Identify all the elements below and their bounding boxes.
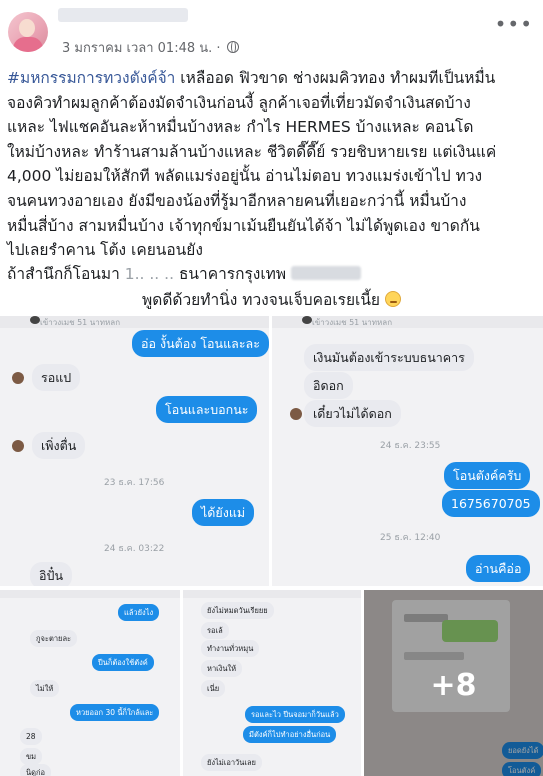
sender-avatar: [290, 408, 302, 420]
rolling-eyes-emoji-icon: [384, 291, 401, 307]
chat-photo-2[interactable]: เข้าวงเมช 51 นาทหลก เงินมันต้องเข้าระบบธ…: [272, 316, 543, 586]
chat-bubble: รอเล้: [201, 622, 229, 639]
account-name-redacted: [291, 266, 362, 280]
chat-bubble: กูจะตายละ: [30, 630, 78, 647]
chat-bubble: ไม่ให้: [30, 680, 60, 697]
chat-photo-3[interactable]: แล้วยังไง กูจะตายละ ปีนก็ต้องใช้ตังค์ ไม…: [0, 590, 180, 776]
avatar[interactable]: [8, 12, 48, 52]
chat-bubble: โอนตังค์ครับ: [444, 462, 531, 489]
chat-bubble: อ่อ งั้นต้อง โอนและละ: [132, 330, 269, 357]
more-photos-count[interactable]: +8: [364, 668, 543, 703]
chat-bubble: ได้ยังแม่: [192, 499, 255, 526]
chat-bubble: หาเงินให้: [201, 660, 243, 677]
chat-bubble: ปีนก็ต้องใช้ตังค์: [92, 654, 154, 671]
chat-photo-1[interactable]: เข้าวงเมช 51 นาทหลก อ่อ งั้นต้อง โอนและล…: [0, 316, 269, 586]
post-line: ไปเลยรำคาน โต้ง เคยนอนยัง: [7, 241, 203, 260]
chat-bubble: โอนและบอกนะ: [156, 396, 258, 423]
post-line: จนคนทวงอายเอง ยังมีของน้องที่รู้มาอีกหลา…: [7, 191, 467, 210]
closing-line: พูดดีด้วยทำนิ่ง ทวงจนเจ็บคอเรยเนี้ย: [0, 287, 543, 312]
post-line-1: #มหกรรมการทวงตังค์จ้า เหลืออด ฟิวขาด ช่า…: [7, 69, 496, 87]
chat-photo-4[interactable]: ยังไม่หมดวันเรียยย รอเล้ ทำงานทั่วหมุน ห…: [183, 590, 361, 776]
chat-bubble: หวยออก 30 นี้ก็ใกล้และ: [70, 704, 160, 721]
chat-bubble: ยังไม่หมดวันเรียยย: [201, 602, 274, 619]
chat-bubble: ทำงานทั่วหมุน: [201, 640, 260, 657]
chat-bubble: แล้วยังไง: [118, 604, 160, 621]
chat-timestamp: 25 ธ.ค. 12:40: [380, 533, 441, 543]
chat-timestamp: 24 ธ.ค. 03:22: [104, 544, 165, 554]
post-line: หมื่นสี่บ้าง สามหมื่นบ้าง เจ้าทุกข์มาเม้…: [7, 216, 480, 235]
globe-icon: [226, 41, 239, 53]
post-body: #มหกรรมการทวงตังค์จ้า เหลืออด ฟิวขาด ช่า…: [7, 66, 537, 263]
chat-timestamp: 24 ธ.ค. 23:55: [380, 441, 441, 451]
hashtag-link[interactable]: #มหกรรมการทวงตังค์จ้า: [7, 69, 175, 87]
chat-bubble: 1675670705: [442, 490, 540, 517]
chat-bubble: อ่านคือ่อ: [466, 555, 531, 582]
chat-bubble: รอและไว ปีนจอมาก็วันแล้ว: [245, 706, 345, 723]
sender-avatar: [12, 440, 24, 452]
more-icon[interactable]: •••: [495, 12, 533, 36]
chat-bubble: รอแป: [32, 364, 81, 391]
chat-photo-5[interactable]: ยอดยังได้ โอนตังค์ +8: [364, 590, 543, 776]
account-line: ถ้าสำนึกก็โอนมา 1.. .. .. ธนาคารกรุงเทพ: [7, 261, 362, 286]
chat-timestamp: 23 ธ.ค. 17:56: [104, 478, 165, 488]
post-timestamp[interactable]: 3 มกราคม เวลา 01:48 น. ·: [62, 37, 239, 58]
chat-bubble: ยังไม่เอาวันเลย: [201, 754, 262, 771]
chat-bubble: ขม: [20, 748, 43, 765]
chat-bubble: อิดอก: [304, 372, 353, 399]
post-header: 3 มกราคม เวลา 01:48 น. · •••: [0, 0, 543, 58]
account-number-partial: 1.. .. ..: [124, 265, 174, 283]
sender-avatar: [12, 372, 24, 384]
post-line: แหละ ไฟแชคอันละห้าหมื่นบ้างหละ กำไร HERM…: [7, 118, 474, 137]
chat-bubble: 28: [20, 728, 42, 745]
chat-bubble: อิปั๋น: [30, 562, 72, 586]
post-line: จองคิวทำผมลูกค้าต้องมัดจำเงินก่อนงี้ ลูก…: [7, 93, 471, 112]
post-line: ใหม่บ้างหละ ทำร้านสามล้านบ้างแหละ ชีวิตด…: [7, 142, 497, 161]
post-line: 4,000 ไม่ยอมให้สักที พลัดแมร่งอยู่นั้น อ…: [7, 167, 483, 186]
chat-bubble: เงินมันต้องเข้าระบบธนาคาร: [304, 344, 474, 371]
author-name-redacted[interactable]: [58, 8, 188, 22]
chat-bubble: นิดูก่อ: [20, 764, 52, 776]
chat-bubble: เนี่ย: [201, 680, 226, 697]
chat-bubble: เพิ่งตื่น: [32, 432, 86, 459]
chat-bubble: มีตังค์ก็ไปทำอย่างอื่นก่อน: [243, 726, 337, 743]
chat-bubble: เดี๋ยวไม่ได้ดอก: [304, 400, 401, 427]
